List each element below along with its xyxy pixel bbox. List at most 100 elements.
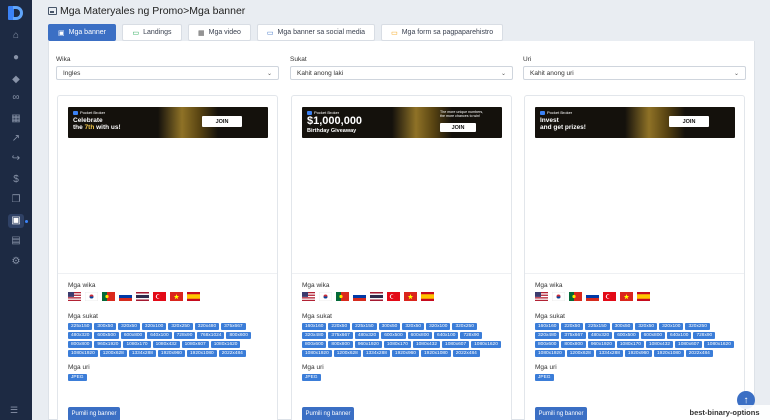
flag-kr-icon: [85, 292, 98, 301]
size-chip: 1920x960: [157, 350, 185, 357]
tab-bar: ▣ Mga banner ▭ Landings ▦ Mga video ▭ Mga ba…: [48, 24, 504, 41]
size-filter-label: Sukat: [290, 56, 307, 63]
type-select[interactable]: Kahit anong uri ⌄: [523, 66, 746, 80]
size-chip: 160x160: [535, 323, 560, 330]
banner-note: The more unique numbers, the more chance…: [440, 110, 484, 119]
size-chip: 640x100: [667, 332, 692, 339]
size-chip: 1080x607: [442, 341, 470, 348]
size-chip: 1080x432: [152, 341, 180, 348]
type-chip: JPEG: [535, 374, 554, 381]
menu-icon[interactable]: ☰: [10, 405, 18, 416]
size-chip: 225x150: [585, 323, 610, 330]
size-chip: 600x800: [407, 332, 433, 339]
size-chip: 320x50: [402, 323, 425, 330]
tab-landings[interactable]: ▭ Landings: [121, 24, 182, 41]
flag-pt-icon: [336, 292, 349, 301]
chevron-down-icon: ⌄: [733, 70, 739, 77]
banner-subline: Birthday Giveaway: [307, 128, 357, 134]
link-icon[interactable]: ∞: [9, 91, 23, 105]
flag-us-icon: [535, 292, 548, 301]
tab-social-banners[interactable]: ▭ Mga banner sa social media: [256, 24, 376, 41]
type-chip: JPEG: [302, 374, 321, 381]
app-logo[interactable]: [8, 6, 24, 20]
page-title: Mga Materyales ng Promo>Mga banner: [60, 5, 246, 17]
size-chip: 220x50: [328, 323, 351, 330]
home-icon[interactable]: ⌂: [9, 29, 23, 43]
size-chip: 320x480: [194, 323, 220, 330]
flag-th-icon: [370, 292, 383, 301]
select-banner-button[interactable]: Pumili ng banner: [535, 407, 587, 420]
tab-banners[interactable]: ▣ Mga banner: [48, 24, 116, 41]
language-flags: [302, 292, 501, 301]
size-chip: 2022x484: [218, 350, 246, 357]
size-chip: 1080x170: [616, 341, 644, 348]
banner-preview: Pocket Broker Invest and get prizes! JOIN: [525, 96, 744, 274]
flag-kr-icon: [552, 292, 565, 301]
size-chip: 480x320: [354, 332, 380, 339]
image-icon: ▣: [58, 29, 65, 37]
size-chip: 1080x1620: [210, 341, 241, 348]
watermark: best-binary-options: [679, 405, 770, 420]
type-list: JPEG: [535, 374, 734, 381]
size-chip: 375x667: [561, 332, 586, 339]
size-chip: 1200x628: [566, 350, 594, 357]
size-list: 225x150 300x50 320x50 320x100 320x250 320x480…: [68, 323, 267, 357]
types-label: Mga uri: [68, 364, 90, 371]
size-chip: 320x50: [118, 323, 140, 330]
banner-icon[interactable]: ▣: [8, 214, 24, 228]
size-chip: 1080x607: [675, 341, 703, 348]
size-chip: 375x667: [221, 323, 246, 330]
flag-tr-icon: [153, 292, 166, 301]
size-chip: 320x250: [685, 323, 710, 330]
size-chip: 600x800: [640, 332, 666, 339]
select-banner-button[interactable]: Pumili ng banner: [68, 407, 120, 420]
size-chip: 960x1920: [587, 341, 615, 348]
size-chip: 800x800: [68, 341, 93, 348]
sizes-label: Mga sukat: [302, 313, 332, 320]
diamond-icon[interactable]: ◆: [9, 73, 23, 87]
size-chip: 320x100: [659, 323, 684, 330]
copy-icon[interactable]: ❐: [9, 193, 23, 207]
language-flags: [68, 292, 267, 301]
size-chip: 728x90: [460, 332, 483, 339]
banner-headline: Celebrate the 7th with us!: [73, 117, 121, 131]
size-chip: 1080x170: [383, 341, 411, 348]
size-chip: 320x100: [426, 323, 451, 330]
banner-image: Pocket Broker $1,000,000 Birthday Giveaw…: [302, 107, 502, 138]
flag-vn-icon: [404, 292, 417, 301]
table-icon[interactable]: ▤: [9, 234, 23, 248]
banner-join-button: JOIN: [202, 116, 242, 127]
select-banner-button[interactable]: Pumili ng banner: [302, 407, 354, 420]
size-select[interactable]: Kahit anong laki ⌄: [290, 66, 513, 80]
settings-icon[interactable]: ⚙: [9, 255, 23, 269]
size-filter: Sukat Kahit anong laki ⌄: [290, 56, 513, 80]
banner-preview: Pocket Broker $1,000,000 Birthday Giveaw…: [292, 96, 511, 274]
chevron-down-icon: ⌄: [500, 70, 506, 77]
sizes-label: Mga sukat: [535, 313, 565, 320]
size-chip: 1080x432: [645, 341, 674, 348]
dollar-icon[interactable]: $: [9, 173, 23, 187]
chevron-down-icon: ⌄: [266, 70, 272, 77]
size-chip: 300x50: [611, 323, 634, 330]
size-chip: 1334x288: [362, 350, 390, 357]
tab-videos[interactable]: ▦ Mga video: [187, 24, 251, 41]
size-list: 160x160 220x50 225x150 300x50 320x50 320x100 3…: [535, 323, 734, 357]
flag-es-icon: [187, 292, 200, 301]
banners-panel: Wika Ingles ⌄ Sukat Kahit anong laki ⌄ Uri…: [48, 41, 755, 420]
calendar-icon[interactable]: ▦: [9, 112, 23, 126]
flag-vn-icon: [620, 292, 633, 301]
size-chip: 225x150: [352, 323, 377, 330]
size-chip: 1920x1080: [653, 350, 684, 357]
types-label: Mga uri: [535, 364, 557, 371]
size-chip: 600x800: [120, 332, 146, 339]
size-chip: 1080x170: [123, 341, 151, 348]
chart-icon[interactable]: ↗: [9, 132, 23, 146]
form-icon: ▭: [391, 29, 398, 37]
size-chip: 640x100: [147, 332, 172, 339]
tab-registration-forms[interactable]: ▭ Mga form sa pagpaparehistro: [381, 24, 504, 41]
flag-tr-icon: [387, 292, 400, 301]
share-icon[interactable]: ↪: [9, 152, 23, 166]
language-select[interactable]: Ingles ⌄: [56, 66, 279, 80]
flag-ru-icon: [353, 292, 366, 301]
apple-icon[interactable]: ●: [9, 51, 23, 65]
